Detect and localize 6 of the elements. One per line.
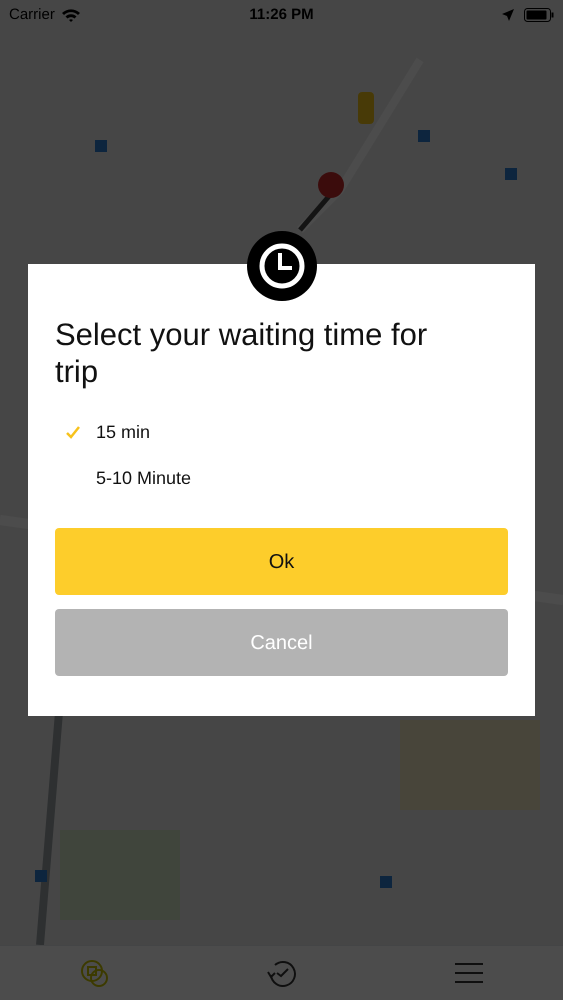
time-label: 11:26 PM	[249, 4, 314, 25]
waiting-time-option[interactable]: 15 min	[96, 418, 150, 446]
ok-button[interactable]: Ok	[55, 528, 508, 595]
dialog-title: Select your waiting time for trip	[55, 316, 428, 390]
waiting-time-option[interactable]: 5-10 Minute	[96, 464, 192, 492]
carrier-label: Carrier	[9, 4, 55, 25]
